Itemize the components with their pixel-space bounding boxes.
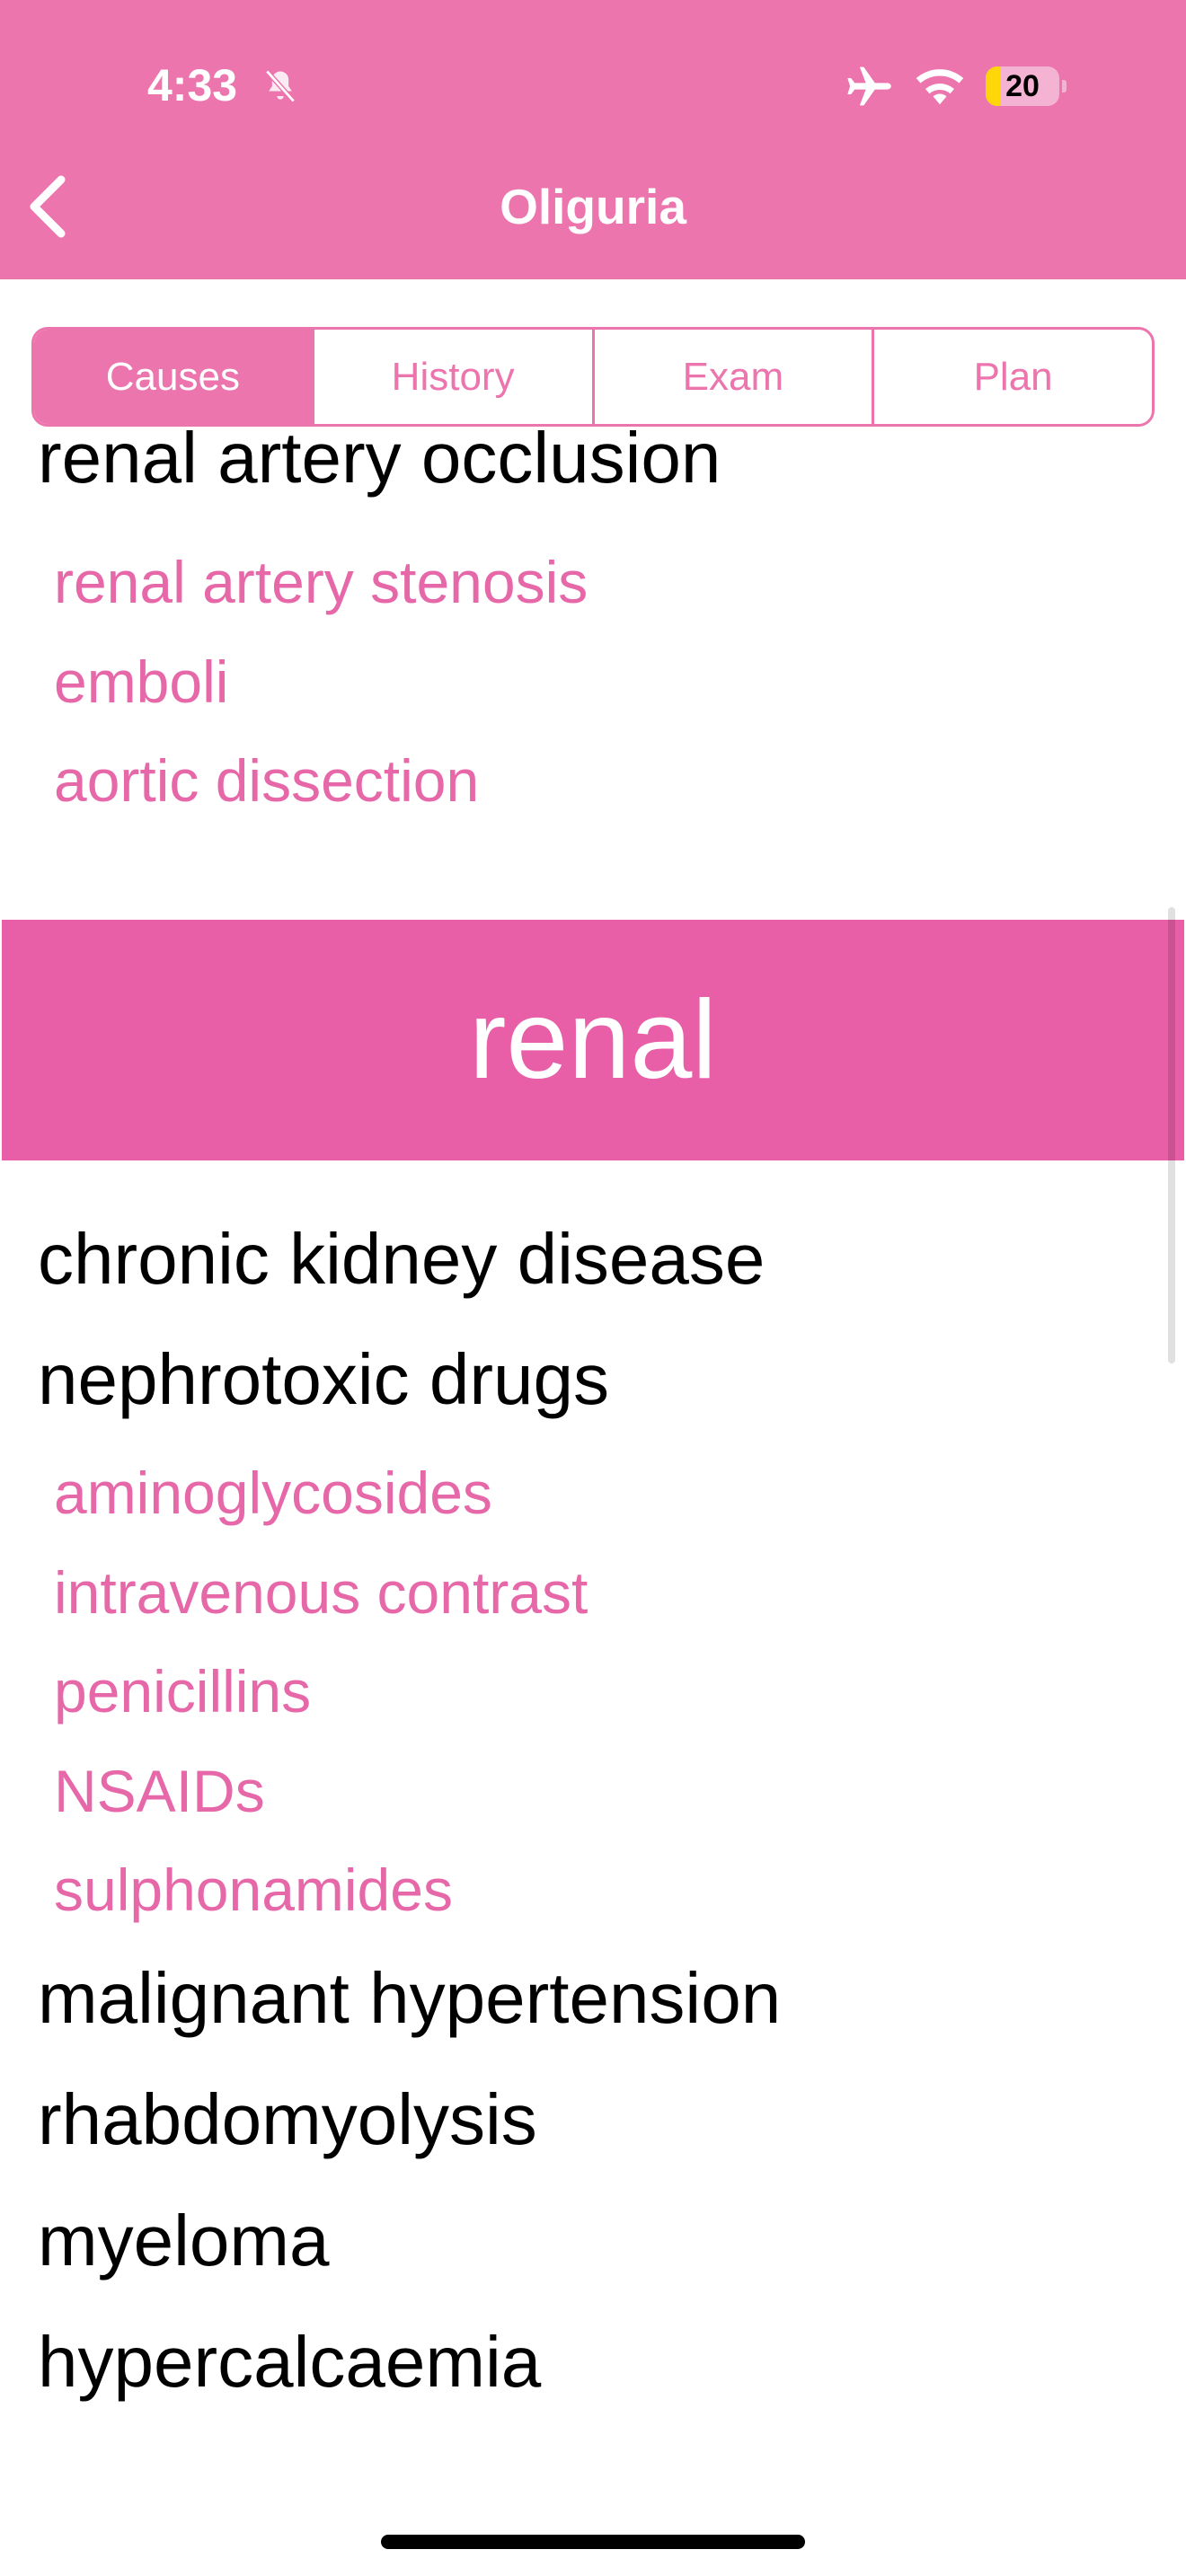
causes-list[interactable]: renal artery occlusion renal artery sten… [0,429,1186,2468]
list-subitem: NSAIDs [54,1758,265,1824]
list-item: chronic kidney disease [38,1219,766,1299]
list-item-heading: renal artery occlusion [38,429,721,498]
status-time: 4:33 [147,60,238,110]
airplane-icon [847,66,891,106]
list-subitem: sulphonamides [54,1857,453,1923]
tab-exam[interactable]: Exam [591,330,872,424]
list-item: hypercalcaemia [38,2322,542,2402]
segmented-control: Causes History Exam Plan [31,327,1155,427]
tab-causes[interactable]: Causes [34,330,312,424]
bell-slash-icon [265,69,296,103]
list-subitem: aminoglycosides [54,1460,492,1526]
list-item: rhabdomyolysis [38,2079,537,2159]
list-subitem: emboli [54,648,229,715]
tab-history[interactable]: History [311,330,592,424]
list-item: nephrotoxic drugs [38,1339,609,1419]
list-item: malignant hypertension [38,1958,782,2038]
battery-icon: 20 [986,66,1067,106]
list-item: myeloma [38,2201,330,2280]
page-title: Oliguria [500,179,686,234]
scrollbar[interactable] [1168,907,1175,1363]
section-title: renal [469,978,717,1102]
wifi-icon [916,69,964,105]
battery-level: 20 [1005,69,1040,103]
list-subitem: aortic dissection [54,747,480,814]
section-header-renal: renal [2,920,1184,1160]
nav-header: 4:33 20 Oliguria [0,0,1186,279]
list-subitem: intravenous contrast [54,1559,589,1626]
home-indicator[interactable] [381,2535,805,2549]
list-subitem: renal artery stenosis [54,549,589,615]
list-subitem: penicillins [54,1658,312,1725]
tab-plan[interactable]: Plan [872,330,1152,424]
